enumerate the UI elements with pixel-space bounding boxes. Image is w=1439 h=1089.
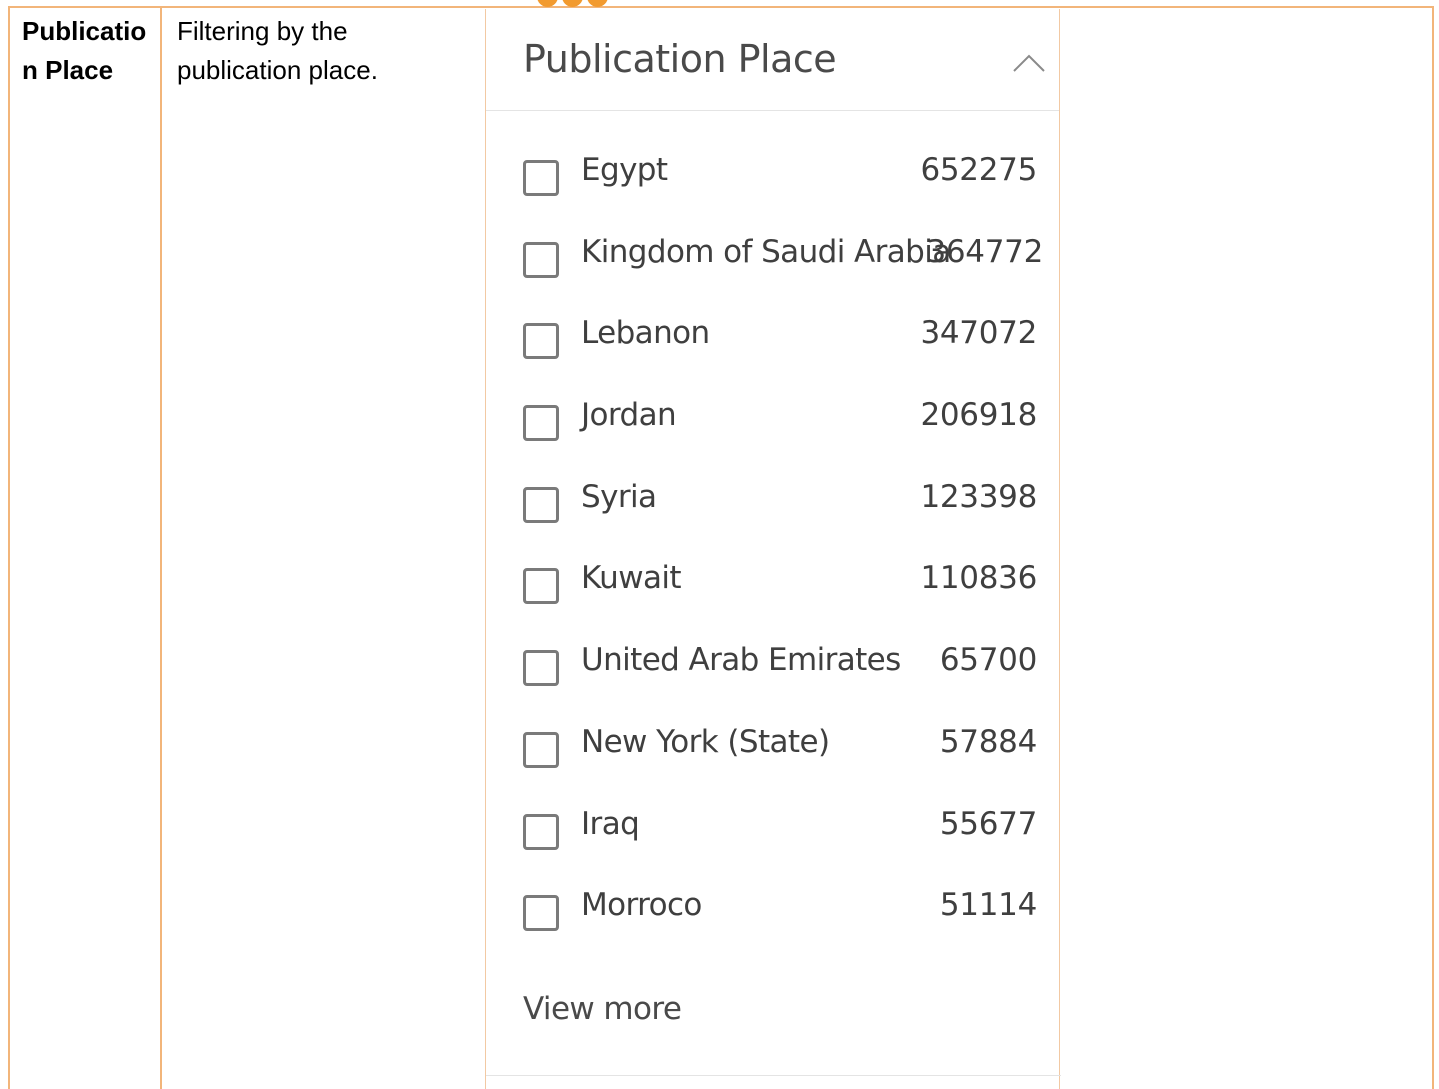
checkbox[interactable] xyxy=(523,486,559,523)
checkbox[interactable] xyxy=(523,568,559,605)
checkbox[interactable] xyxy=(523,813,559,850)
checkbox[interactable] xyxy=(523,405,559,442)
filter-option[interactable]: Morroco 51114 xyxy=(486,867,1061,949)
filter-option[interactable]: Syria 123398 xyxy=(486,459,1061,541)
view-more-link[interactable]: View more xyxy=(523,991,682,1027)
filter-option-count: 65700 xyxy=(939,642,1037,679)
filter-option-label: Morroco xyxy=(581,887,702,924)
filter-options-list: Egypt 652275 Kingdom of Saudi Arabia 364… xyxy=(486,132,1061,949)
filter-option[interactable]: Egypt 652275 xyxy=(486,132,1061,214)
filter-panel-title: Publication Place xyxy=(523,37,837,81)
filter-option-label: New York (State) xyxy=(581,723,830,760)
chevron-up-icon[interactable] xyxy=(1012,53,1046,73)
filter-option-label: Lebanon xyxy=(581,315,710,352)
table-cell-label: Publication Place xyxy=(22,16,147,85)
filter-option-count: 364772 xyxy=(926,233,1043,270)
panel-divider xyxy=(486,1075,1061,1076)
checkbox[interactable] xyxy=(523,650,559,687)
table-top-border xyxy=(8,6,1434,8)
filter-option-count: 123398 xyxy=(920,478,1037,515)
filter-option[interactable]: New York (State) 57884 xyxy=(486,704,1061,786)
loading-dots-icon xyxy=(537,0,608,7)
filter-option-count: 51114 xyxy=(939,887,1037,924)
filter-option-count: 55677 xyxy=(939,805,1037,842)
filter-panel-header[interactable]: Publication Place xyxy=(486,9,1059,111)
checkbox[interactable] xyxy=(523,323,559,360)
filter-option-label: United Arab Emirates xyxy=(581,642,901,679)
filter-option-count: 347072 xyxy=(920,315,1037,352)
filter-option[interactable]: Kuwait 110836 xyxy=(486,540,1061,622)
document-page: Publication Place Filtering by the publi… xyxy=(0,0,1439,1089)
table-left-border xyxy=(8,6,10,1089)
filter-option-label: Jordan xyxy=(581,397,677,434)
filter-option-label: Kingdom of Saudi Arabia xyxy=(581,233,951,270)
filter-option-label: Kuwait xyxy=(581,560,682,597)
checkbox[interactable] xyxy=(523,895,559,932)
filter-option-count: 57884 xyxy=(939,723,1037,760)
publication-place-filter-panel: Publication Place Egypt 652275 Kingdom o… xyxy=(485,9,1061,1089)
filter-option[interactable]: Jordan 206918 xyxy=(486,377,1061,459)
filter-option-label: Syria xyxy=(581,478,657,515)
checkbox[interactable] xyxy=(523,241,559,278)
filter-option-count: 110836 xyxy=(920,560,1037,597)
filter-option-label: Iraq xyxy=(581,805,640,842)
filter-option[interactable]: Kingdom of Saudi Arabia 364772 xyxy=(486,214,1061,296)
checkbox[interactable] xyxy=(523,160,559,196)
filter-option[interactable]: Iraq 55677 xyxy=(486,786,1061,868)
table-column-divider xyxy=(160,6,162,1089)
filter-option-label: Egypt xyxy=(581,152,668,188)
filter-option-count: 206918 xyxy=(920,397,1037,434)
filter-option[interactable]: Lebanon 347072 xyxy=(486,295,1061,377)
filter-option[interactable]: United Arab Emirates 65700 xyxy=(486,622,1061,704)
filter-option-count: 652275 xyxy=(920,152,1037,188)
table-right-border xyxy=(1432,6,1434,1089)
table-cell-description: Filtering by the publication place. xyxy=(177,16,378,85)
checkbox[interactable] xyxy=(523,731,559,768)
